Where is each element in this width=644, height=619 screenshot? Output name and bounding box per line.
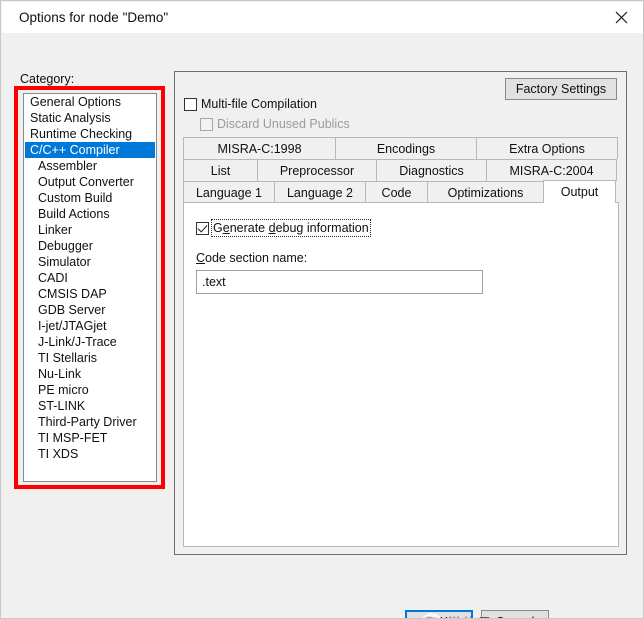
sidebar-item[interactable]: J-Link/J-Trace — [24, 334, 156, 350]
tab-row: List Preprocessor Diagnostics MISRA-C:2004 — [183, 159, 619, 181]
tab-output[interactable]: Output — [543, 180, 616, 203]
tab-code[interactable]: Code — [365, 181, 428, 203]
sidebar-item[interactable]: I-jet/JTAGjet — [24, 318, 156, 334]
tab-row: MISRA-C:1998 Encodings Extra Options — [183, 137, 619, 159]
checkbox-box — [196, 221, 209, 235]
checkbox-box — [200, 117, 213, 131]
tab-preprocessor[interactable]: Preprocessor — [257, 159, 377, 181]
code-section-name-label: Code section name: — [196, 251, 308, 265]
tab-language-2[interactable]: Language 2 — [274, 181, 366, 203]
tab-misra-c-1998[interactable]: MISRA-C:1998 — [183, 137, 336, 159]
category-label: Category: — [20, 72, 75, 86]
sidebar-item[interactable]: Assembler — [24, 158, 156, 174]
tab-diagnostics[interactable]: Diagnostics — [376, 159, 487, 181]
sidebar-item[interactable]: TI MSP-FET — [24, 430, 156, 446]
dialog-client-area: Category: General Options Static Analysis… — [2, 33, 643, 618]
sidebar-item[interactable]: Static Analysis — [24, 110, 156, 126]
ok-button[interactable]: OK — [405, 610, 473, 618]
tab-misra-c-2004[interactable]: MISRA-C:2004 — [486, 159, 617, 181]
sidebar-item[interactable]: Custom Build — [24, 190, 156, 206]
discard-unused-publics-checkbox: Discard Unused Publics — [200, 117, 350, 131]
sidebar-item[interactable]: Nu-Link — [24, 366, 156, 382]
multi-file-compilation-label: Multi-file Compilation — [201, 97, 318, 111]
code-section-name-input[interactable] — [196, 270, 483, 294]
checkbox-box — [184, 97, 197, 111]
sidebar-item[interactable]: C/C++ Compiler — [25, 142, 155, 158]
sidebar-item[interactable]: CMSIS DAP — [24, 286, 156, 302]
multi-file-compilation-checkbox[interactable]: Multi-file Compilation — [184, 97, 317, 111]
factory-settings-button[interactable]: Factory Settings — [505, 78, 617, 100]
sidebar-item[interactable]: Build Actions — [24, 206, 156, 222]
title-bar: Options for node "Demo" — [2, 2, 643, 33]
close-icon[interactable] — [598, 2, 643, 33]
tab-list[interactable]: List — [183, 159, 258, 181]
sidebar-item[interactable]: Linker — [24, 222, 156, 238]
sidebar-item[interactable]: CADI — [24, 270, 156, 286]
tab-extra-options[interactable]: Extra Options — [476, 137, 618, 159]
category-list[interactable]: General Options Static Analysis Runtime Ch… — [23, 93, 157, 482]
sidebar-item[interactable]: TI XDS — [24, 446, 156, 462]
sidebar-item[interactable]: Simulator — [24, 254, 156, 270]
cancel-button[interactable]: Cancel — [481, 610, 549, 618]
tab-row: Language 1 Language 2 Code Optimizations Out… — [183, 180, 619, 203]
sidebar-item[interactable]: ST-LINK — [24, 398, 156, 414]
tab-optimizations[interactable]: Optimizations — [427, 181, 544, 203]
sidebar-item[interactable]: GDB Server — [24, 302, 156, 318]
options-tabstrip[interactable]: MISRA-C:1998 Encodings Extra Options List Pr… — [183, 137, 619, 203]
output-tab-pane: Generate debug information Code section … — [183, 202, 619, 547]
options-dialog: Options for node "Demo" Category: Genera… — [0, 0, 644, 619]
sidebar-item[interactable]: General Options — [24, 94, 156, 110]
options-panel: Factory Settings Multi-file Compilation … — [174, 71, 627, 555]
tab-language-1[interactable]: Language 1 — [183, 181, 275, 203]
sidebar-item[interactable]: Runtime Checking — [24, 126, 156, 142]
generate-debug-information-checkbox[interactable]: Generate debug information — [196, 219, 371, 237]
sidebar-item[interactable]: Third-Party Driver — [24, 414, 156, 430]
tab-encodings[interactable]: Encodings — [335, 137, 477, 159]
generate-debug-information-label: Generate debug information — [211, 219, 371, 237]
sidebar-item[interactable]: PE micro — [24, 382, 156, 398]
sidebar-item[interactable]: TI Stellaris — [24, 350, 156, 366]
sidebar-item[interactable]: Output Converter — [24, 174, 156, 190]
page-title: Options for node "Demo" — [19, 10, 169, 25]
discard-unused-publics-label: Discard Unused Publics — [217, 117, 350, 131]
sidebar-item[interactable]: Debugger — [24, 238, 156, 254]
